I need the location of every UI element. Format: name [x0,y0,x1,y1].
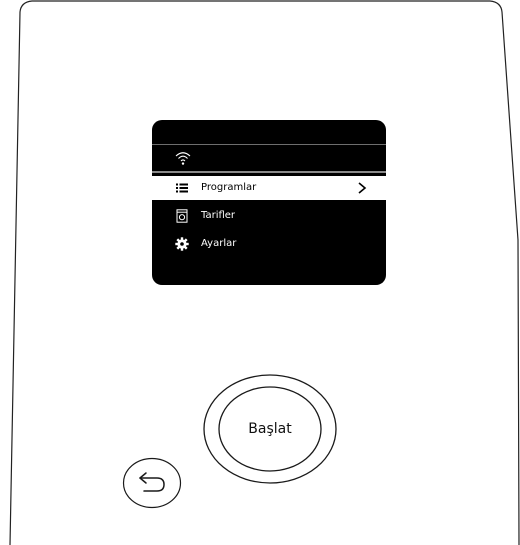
start-button[interactable]: Başlat [203,374,337,484]
menu-item-programs[interactable]: Programlar [152,176,386,200]
display-screen: Programlar Tarifler Ayarlar [152,120,386,285]
gear-icon [175,237,189,251]
back-button[interactable] [122,457,182,509]
menu-item-label: Tarifler [201,210,236,221]
menu-item-recipes[interactable]: Tarifler [152,204,386,228]
list-icon [176,183,188,193]
status-divider [152,144,386,145]
menu-item-settings[interactable]: Ayarlar [152,232,386,256]
menu-item-label: Ayarlar [201,238,237,249]
wifi-icon [175,152,191,165]
menu-item-label: Programlar [201,182,257,193]
back-arrow-icon [122,457,182,509]
start-button-label: Başlat [248,421,292,437]
menu-top-divider [152,171,386,173]
recipe-book-icon [176,209,188,223]
chevron-right-icon [358,182,367,194]
